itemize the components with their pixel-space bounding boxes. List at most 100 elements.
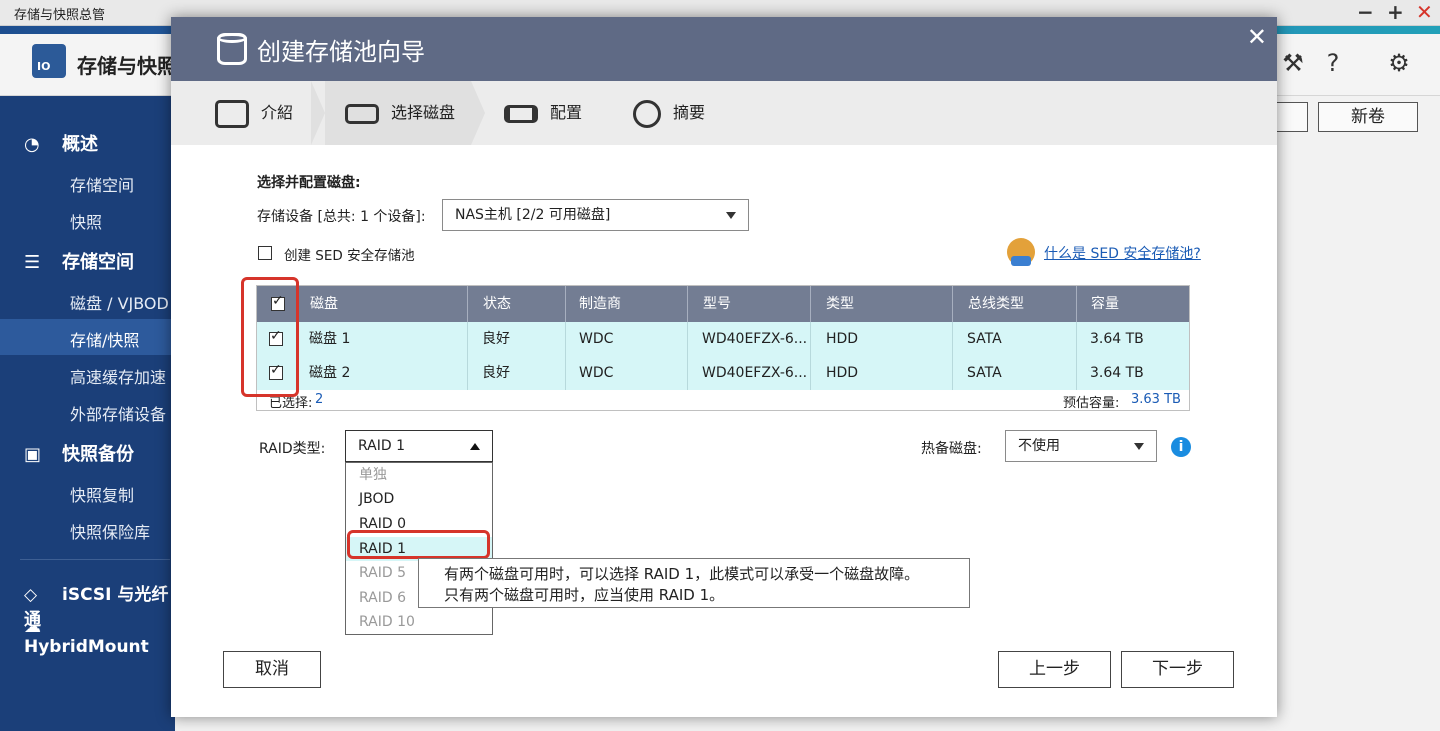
tooltip-line-1: 有两个磁盘可用时，可以选择 RAID 1，此模式可以承受一个磁盘故障。 <box>444 565 920 583</box>
device-select[interactable]: NAS主机 [2/2 可用磁盘] <box>442 199 749 231</box>
close-icon[interactable]: ✕ <box>1247 23 1267 51</box>
col-vendor: 制造商 <box>579 296 621 312</box>
wizard-steps: 介紹 选择磁盘 配置 摘要 <box>171 81 1277 145</box>
raid-type-select[interactable]: RAID 1 <box>345 430 493 462</box>
chevron-down-icon <box>726 212 736 219</box>
capacity-value: 3.63 TB <box>1131 392 1181 407</box>
step-divider <box>471 81 485 145</box>
cell-model: WD40EFZX-6... <box>702 365 808 381</box>
step-label: 摘要 <box>673 103 706 122</box>
col-separator <box>810 322 811 356</box>
col-separator <box>1076 356 1077 390</box>
table-footer: 已选择: 2 预估容量: 3.63 TB <box>257 390 1189 411</box>
col-separator <box>952 322 953 356</box>
tools-icon[interactable]: ⚒ <box>1278 48 1308 78</box>
cell-capacity: 3.64 TB <box>1090 331 1144 347</box>
sidebar-item-cache[interactable]: 高速缓存加速 <box>70 364 166 388</box>
sidebar-item-snapshot-replica[interactable]: 快照复制 <box>70 482 134 506</box>
device-label: 存储设备 [总共: 1 个设备]: <box>257 209 426 225</box>
back-button[interactable]: 上一步 <box>998 651 1111 688</box>
database-icon: ☰ <box>24 252 41 273</box>
step-intro: 介紹 <box>215 81 315 145</box>
window-title: 存储与快照总管 <box>14 8 106 23</box>
raid-option-raid10: RAID 10 <box>359 614 415 630</box>
sidebar-section-storage[interactable]: ☰ 存储空间 <box>24 248 134 274</box>
new-volume-button[interactable]: 新卷 <box>1318 102 1418 132</box>
raid-type-label: RAID类型: <box>259 441 326 457</box>
sed-checkbox[interactable] <box>258 246 272 260</box>
col-capacity: 容量 <box>1091 296 1119 312</box>
cancel-button[interactable]: 取消 <box>223 651 321 688</box>
cell-model: WD40EFZX-6... <box>702 331 808 347</box>
col-model: 型号 <box>703 296 731 312</box>
selected-count: 2 <box>315 392 324 407</box>
sed-checkbox-label: 创建 SED 安全存储池 <box>284 248 415 264</box>
table-row[interactable]: 磁盘 2 良好 WDC WD40EFZX-6... HDD SATA 3.64 … <box>257 356 1189 390</box>
cell-disk: 磁盘 1 <box>309 331 351 347</box>
info-icon[interactable]: i <box>1171 437 1191 457</box>
col-separator <box>565 286 566 322</box>
sidebar-item-external[interactable]: 外部存储设备 <box>70 401 166 425</box>
sidebar-item-storage-snapshot[interactable]: 存储/快照 <box>70 327 139 351</box>
table-header: 磁盘 状态 制造商 型号 类型 总线类型 容量 <box>257 286 1189 322</box>
col-separator <box>810 356 811 390</box>
checkmark-circle-icon <box>633 99 661 128</box>
sidebar-item-snapshot-vault[interactable]: 快照保险库 <box>70 519 150 543</box>
minimize-button[interactable]: − <box>1357 1 1374 23</box>
sidebar-item-hybridmount[interactable]: ☁HybridMount <box>24 617 175 657</box>
next-button[interactable]: 下一步 <box>1121 651 1234 688</box>
step-configure: 配置 <box>504 81 614 145</box>
sidebar-section-label: 概述 <box>62 134 98 155</box>
sidebar-item-snapshot[interactable]: 快照 <box>70 209 102 233</box>
cell-vendor: WDC <box>579 331 614 347</box>
step-label: 配置 <box>550 103 583 122</box>
col-separator <box>467 286 468 322</box>
gauge-icon: ◔ <box>24 134 40 155</box>
spare-select-value: 不使用 <box>1018 438 1060 454</box>
col-status: 状态 <box>483 296 511 312</box>
col-separator <box>810 286 811 322</box>
raid-option-jbod[interactable]: JBOD <box>346 487 492 511</box>
col-type: 类型 <box>826 296 854 312</box>
capacity-label: 预估容量: <box>1063 396 1120 411</box>
sed-help-link[interactable]: 什么是 SED 安全存储池? <box>1044 243 1201 263</box>
raid-type-value: RAID 1 <box>358 438 406 454</box>
section-title: 选择并配置磁盘: <box>257 175 361 191</box>
col-separator <box>1076 286 1077 322</box>
sidebar: ◔ 概述 存储空间 快照 ☰ 存储空间 磁盘 / VJBOD 存储/快照 高速缓存加… <box>0 96 175 731</box>
gear-icon[interactable]: ⚙ <box>1384 48 1414 78</box>
maximize-button[interactable]: + <box>1387 1 1404 23</box>
raid-option-single: 单独 <box>359 467 387 483</box>
col-separator <box>687 286 688 322</box>
device-select-value: NAS主机 [2/2 可用磁盘] <box>455 207 611 223</box>
col-separator <box>952 286 953 322</box>
cell-type: HDD <box>826 365 859 381</box>
spare-select[interactable]: 不使用 <box>1005 430 1157 462</box>
sidebar-item-storage-space[interactable]: 存储空间 <box>70 172 134 196</box>
close-window-button[interactable]: ✕ <box>1416 1 1433 23</box>
iscsi-icon: ◇ <box>24 585 38 605</box>
col-separator <box>687 356 688 390</box>
sidebar-section-snapshot-backup[interactable]: ▣ 快照备份 <box>24 440 134 466</box>
help-icon[interactable]: ? <box>1318 48 1348 78</box>
annotation-highlight-raid1 <box>347 530 490 559</box>
cell-capacity: 3.64 TB <box>1090 365 1144 381</box>
raid-bars-icon <box>504 104 538 123</box>
col-separator <box>467 356 468 390</box>
tooltip-line-2: 只有两个磁盘可用时，应当使用 RAID 1。 <box>444 586 725 604</box>
col-bus: 总线类型 <box>968 296 1024 312</box>
step-divider <box>311 81 325 145</box>
sidebar-section-label: HybridMount <box>24 637 149 657</box>
sidebar-section-overview[interactable]: ◔ 概述 <box>24 130 98 156</box>
storage-pool-icon <box>217 33 247 65</box>
chevron-up-icon <box>470 443 480 450</box>
table-row[interactable]: 磁盘 1 良好 WDC WD40EFZX-6... HDD SATA 3.64 … <box>257 322 1189 356</box>
cloud-icon: ☁ <box>24 617 41 637</box>
cell-status: 良好 <box>482 331 510 347</box>
chevron-down-icon <box>1134 443 1144 450</box>
sidebar-item-disks[interactable]: 磁盘 / VJBOD <box>70 290 169 314</box>
cell-bus: SATA <box>967 331 1002 347</box>
camera-icon: ▣ <box>24 444 42 465</box>
sidebar-section-label: 存储空间 <box>62 252 134 273</box>
step-label: 选择磁盘 <box>391 103 456 122</box>
